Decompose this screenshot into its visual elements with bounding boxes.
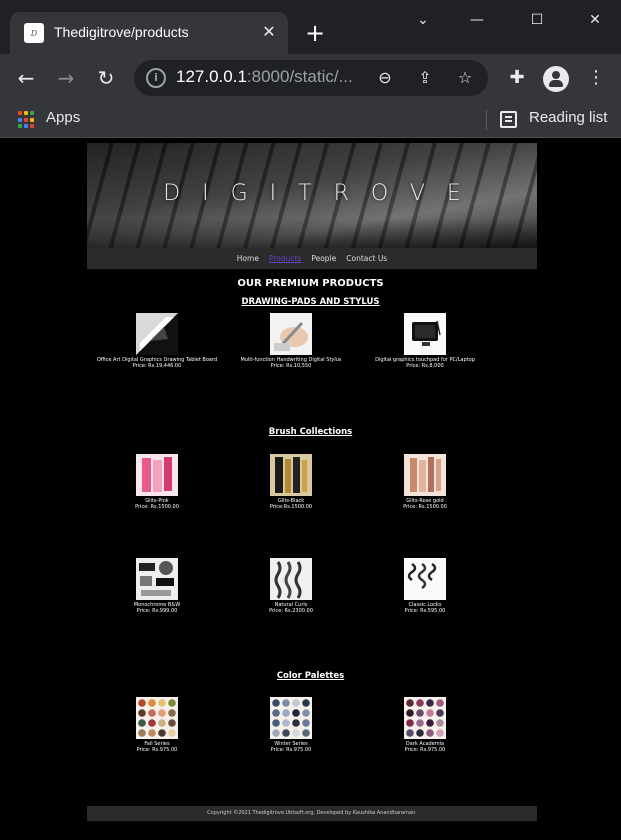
product-price: Price:Rs.1500.00 — [269, 504, 313, 510]
apps-grid-dot — [24, 124, 28, 129]
brush-rosegold-icon[interactable] — [404, 454, 446, 496]
touchpad-icon[interactable] — [404, 313, 446, 355]
product-price: Price: Rs.595.00 — [404, 608, 446, 614]
product-card[interactable]: Digital graphics touchpad for PC/Laptop P… — [350, 313, 500, 369]
product-card[interactable]: Office Art Digital Graphics Drawing Tabl… — [82, 313, 232, 369]
forward-icon[interactable]: → — [52, 64, 80, 92]
site-nav: Home Products People Contact Us — [87, 248, 537, 269]
palette-dark-icon[interactable] — [404, 697, 446, 739]
nav-link-contact-us[interactable]: Contact Us — [346, 254, 387, 263]
product-card[interactable]: Classic Locks Price: Rs.595.00 — [350, 558, 500, 614]
page-viewport: DIGITROVE Home Products People Contact Us O… — [0, 139, 621, 840]
site-info-icon[interactable]: i — [146, 68, 166, 88]
favicon-icon: D — [24, 23, 44, 43]
product-card[interactable]: Glits-Pink Price: Rs.1500.00 — [82, 454, 232, 510]
apps-grid-dot — [24, 111, 28, 115]
nav-link-home[interactable]: Home — [237, 254, 259, 263]
nav-link-products[interactable]: Products — [269, 254, 301, 263]
product-card[interactable]: Winter Series Price: Rs.975.00 — [216, 697, 366, 753]
reading-list-label[interactable]: Reading list — [529, 109, 607, 126]
product-card[interactable]: Natural Curls Price: Rs.2300.00 — [216, 558, 366, 614]
close-window-icon[interactable]: ✕ — [580, 8, 610, 32]
bookmarks-bar: Apps Reading list — [0, 102, 621, 138]
section-title: Color Palettes — [276, 671, 345, 681]
product-card[interactable]: Dark Academia Price: Rs.975.00 — [350, 697, 500, 753]
bookmark-star-icon[interactable]: ☆ — [454, 67, 476, 89]
product-price: Price: Rs.2300.00 — [269, 608, 313, 614]
brush-monochrome-icon[interactable] — [136, 558, 178, 600]
drawing-tablet-icon[interactable] — [136, 313, 178, 355]
url-text[interactable]: 127.0.0.1:8000/static/... — [176, 67, 353, 87]
page-title: OUR PREMIUM PRODUCTS — [237, 278, 384, 289]
apps-grid-dot — [18, 117, 22, 122]
address-bar[interactable]: i 127.0.0.1:8000/static/... ⊖ ⇪ ☆ — [134, 60, 488, 96]
site-footer: Copyright ©2021 Thedigitrove.Ubtsoft.org… — [87, 806, 537, 821]
minimize-icon[interactable]: — — [462, 8, 492, 32]
apps-grid-dot — [30, 124, 34, 129]
apps-icon[interactable] — [18, 111, 36, 129]
extensions-icon[interactable]: ✚ — [503, 64, 531, 92]
back-icon[interactable]: ← — [12, 64, 40, 92]
product-price: Price: Rs.1500.00 — [135, 504, 179, 510]
product-card[interactable]: Monochrome B&W Price: Rs.999.00 — [82, 558, 232, 614]
apps-grid-dot — [30, 111, 34, 115]
palette-winter-icon[interactable] — [270, 697, 312, 739]
brush-curls-icon[interactable] — [270, 558, 312, 600]
reading-list-icon[interactable] — [500, 111, 517, 128]
product-card[interactable]: Glits-Black Price:Rs.1500.00 — [216, 454, 366, 510]
browser-tab[interactable]: D Thedigitrove/products ✕ — [10, 12, 288, 54]
nav-link-people[interactable]: People — [311, 254, 336, 263]
apps-grid-dot — [18, 111, 22, 115]
share-icon[interactable]: ⇪ — [414, 67, 436, 89]
product-price: Price: Rs.10,550 — [270, 363, 312, 369]
apps-grid-dot — [30, 117, 34, 122]
new-tab-icon[interactable]: + — [300, 20, 330, 48]
profile-avatar-icon[interactable] — [543, 66, 569, 92]
product-card[interactable]: Glits-Rose gold Price: Rs.1500.00 — [350, 454, 500, 510]
product-price: Price: Rs.999.00 — [136, 608, 178, 614]
product-price: Price: Rs.1500.00 — [403, 504, 447, 510]
apps-grid-dot — [18, 124, 22, 129]
section-title: DRAWING-PADS AND STYLUS — [241, 297, 380, 307]
palette-fall-icon[interactable] — [136, 697, 178, 739]
product-price: Price: Rs.8,000 — [406, 363, 444, 369]
product-card[interactable]: Fall Series Price: Rs.975.00 — [82, 697, 232, 753]
maximize-icon[interactable]: ☐ — [522, 8, 552, 32]
bookmarks-divider — [486, 110, 487, 130]
banner-logo-text: DIGITROVE — [163, 181, 483, 206]
brush-black-icon[interactable] — [270, 454, 312, 496]
reload-icon[interactable]: ↻ — [92, 64, 120, 92]
close-tab-icon[interactable]: ✕ — [258, 21, 280, 43]
apps-label[interactable]: Apps — [46, 109, 80, 126]
tab-search-chevron-icon[interactable]: ⌄ — [408, 8, 438, 32]
brush-locks-icon[interactable] — [404, 558, 446, 600]
site-banner: DIGITROVE — [87, 143, 537, 248]
brush-pink-icon[interactable] — [136, 454, 178, 496]
product-price: Price: Rs.975.00 — [404, 747, 446, 753]
menu-icon[interactable]: ⋮ — [582, 64, 610, 92]
tab-title: Thedigitrove/products — [54, 24, 189, 40]
product-card[interactable]: Multi-function Handwriting Digital Stylu… — [216, 313, 366, 369]
stylus-icon[interactable] — [270, 313, 312, 355]
product-price: Price: Rs.19,446.00 — [132, 363, 182, 369]
zoom-icon[interactable]: ⊖ — [374, 67, 396, 89]
section-title: Brush Collections — [268, 427, 353, 437]
product-price: Price: Rs.975.00 — [270, 747, 312, 753]
product-price: Price: Rs.975.00 — [136, 747, 178, 753]
browser-toolbar: ← → ↻ i 127.0.0.1:8000/static/... ⊖ ⇪ ☆ … — [0, 54, 621, 102]
apps-grid-dot — [24, 117, 28, 122]
tab-strip: D Thedigitrove/products ✕ + ⌄ — ☐ ✕ — [0, 0, 621, 54]
